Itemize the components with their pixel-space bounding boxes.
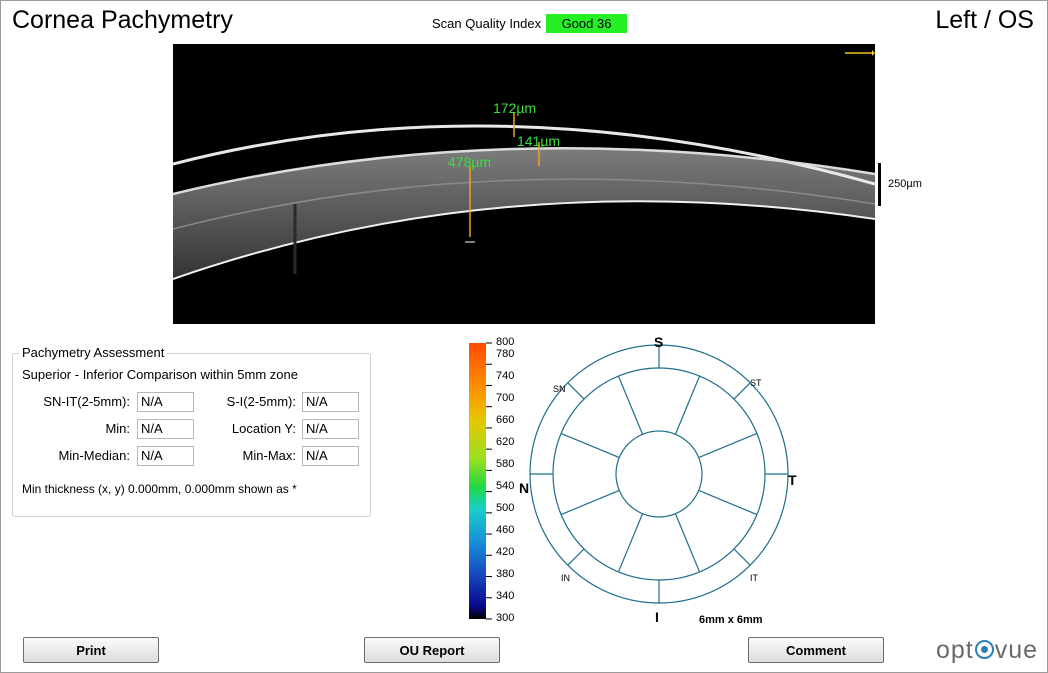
ou-report-button[interactable]: OU Report bbox=[364, 637, 500, 663]
logo-text-right: vue bbox=[994, 636, 1039, 664]
map-size-label: 6mm x 6mm bbox=[699, 614, 763, 626]
map-label-n: N bbox=[519, 480, 529, 496]
colorbar-label: 420 bbox=[496, 546, 515, 558]
min-max-value-field: N/A bbox=[302, 446, 359, 466]
field-label-location-y: Location Y: bbox=[231, 421, 296, 436]
scan-quality-label: Scan Quality Index bbox=[432, 16, 542, 31]
min-value-field: N/A bbox=[137, 419, 194, 439]
sn-it-value-field: N/A bbox=[137, 392, 194, 412]
map-label-sn: SN bbox=[553, 384, 566, 394]
colorbar-label: 660 bbox=[496, 414, 515, 426]
measurement-label: 141µm bbox=[517, 133, 561, 149]
sector-map-svg: S I N T SN ST IN IT 6mm x 6mm bbox=[519, 334, 797, 626]
sector-divider bbox=[698, 489, 758, 516]
comment-button[interactable]: Comment bbox=[748, 637, 884, 663]
colorbar-label: 540 bbox=[496, 480, 515, 492]
colorbar-label: 740 bbox=[496, 370, 515, 382]
outer-sector-divider bbox=[567, 382, 585, 400]
colorbar-label: 500 bbox=[496, 502, 515, 514]
thickness-color-bar bbox=[469, 341, 493, 626]
colorbar-label: 300 bbox=[496, 612, 515, 624]
assessment-subtitle: Superior - Inferior Comparison within 5m… bbox=[22, 367, 298, 382]
scan-quality-badge: Good 36 bbox=[546, 14, 627, 33]
eye-dot-icon bbox=[974, 640, 994, 659]
outer-sector-divider bbox=[733, 382, 751, 400]
page-title: Cornea Pachymetry bbox=[12, 6, 233, 34]
sector-divider bbox=[698, 432, 758, 459]
sector-divider bbox=[674, 375, 701, 435]
min-median-value-field: N/A bbox=[137, 446, 194, 466]
scale-bar-label: 250µm bbox=[888, 178, 922, 190]
oct-scan-image bbox=[172, 44, 876, 324]
cornea-stroma bbox=[173, 148, 875, 279]
pachymetry-sector-map: S I N T SN ST IN IT 6mm x 6mm bbox=[515, 333, 805, 638]
optovue-logo: opt vue bbox=[936, 636, 1038, 665]
sector-divider bbox=[560, 432, 620, 459]
eye-label: Left / OS bbox=[935, 6, 1034, 34]
colorbar-label: 380 bbox=[496, 568, 515, 580]
map-label-s: S bbox=[654, 334, 663, 350]
sector-divider bbox=[674, 513, 701, 573]
colorbar-label: 780 bbox=[496, 348, 515, 360]
logo-text-left: opt bbox=[936, 636, 974, 664]
sector-divider bbox=[560, 489, 620, 516]
map-label-i: I bbox=[655, 609, 659, 625]
map-label-in: IN bbox=[561, 573, 570, 583]
field-label-s-i: S-I(2-5mm): bbox=[226, 394, 296, 409]
map-label-it: IT bbox=[750, 573, 759, 583]
assessment-title: Pachymetry Assessment bbox=[19, 345, 168, 360]
sector-divider bbox=[617, 375, 644, 435]
measurement-label: 478µm bbox=[448, 154, 492, 170]
inner-ring bbox=[615, 430, 703, 518]
oct-scan-svg bbox=[172, 50, 876, 280]
print-button[interactable]: Print bbox=[23, 637, 159, 663]
field-label-min-max: Min-Max: bbox=[242, 448, 296, 463]
field-label-min: Min: bbox=[105, 421, 130, 436]
s-i-value-field: N/A bbox=[302, 392, 359, 412]
scale-bar bbox=[878, 163, 881, 206]
sector-divider bbox=[617, 513, 644, 573]
colorbar-label: 700 bbox=[496, 392, 515, 404]
color-bar-svg bbox=[469, 342, 492, 620]
measurement-label: 172µm bbox=[493, 100, 537, 116]
color-bar-ticks bbox=[486, 342, 492, 620]
map-label-st: ST bbox=[750, 378, 762, 388]
colorbar-label: 580 bbox=[496, 458, 515, 470]
field-label-sn-it: SN-IT(2-5mm): bbox=[43, 394, 130, 409]
colorbar-label: 340 bbox=[496, 590, 515, 602]
map-label-t: T bbox=[788, 472, 797, 488]
outer-sector-divider bbox=[567, 548, 585, 566]
arrow-head-icon bbox=[872, 50, 875, 56]
colorbar-label: 620 bbox=[496, 436, 515, 448]
colorbar-label: 800 bbox=[496, 336, 515, 348]
colorbar-label: 460 bbox=[496, 524, 515, 536]
location-y-value-field: N/A bbox=[302, 419, 359, 439]
min-thickness-note: Min thickness (x, y) 0.000mm, 0.000mm sh… bbox=[22, 482, 297, 496]
color-bar-fill bbox=[469, 343, 486, 619]
field-label-min-median: Min-Median: bbox=[58, 448, 130, 463]
middle-ring bbox=[552, 367, 766, 581]
outer-sector-divider bbox=[733, 548, 751, 566]
